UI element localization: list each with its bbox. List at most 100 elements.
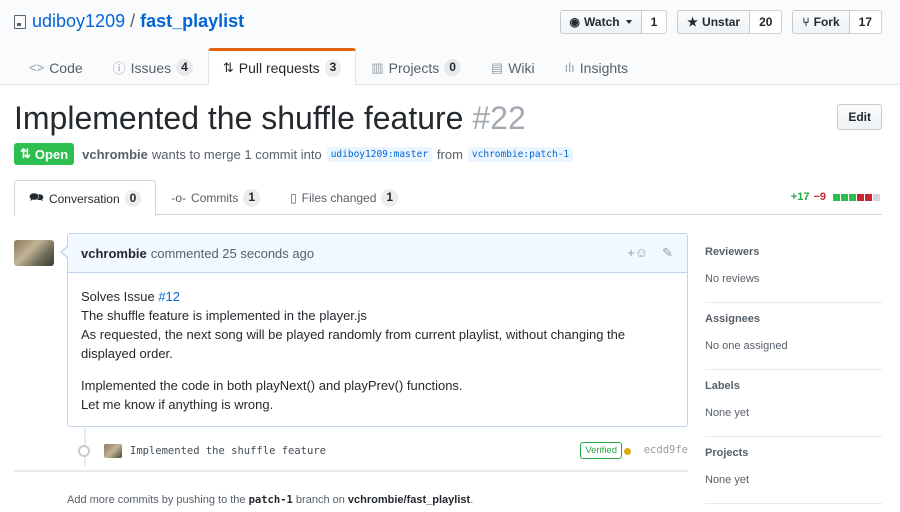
eye-icon: ◉ bbox=[569, 15, 581, 29]
nav-issues[interactable]: ⓘ Issues 4 bbox=[98, 48, 208, 85]
project-icon: ▥ bbox=[371, 59, 384, 75]
base-ref[interactable]: udiboy1209:master bbox=[326, 146, 432, 162]
nav-projects-count: 0 bbox=[444, 58, 461, 77]
tab-files-changed-count: 1 bbox=[381, 189, 399, 207]
sidebar-heading-reviewers[interactable]: Reviewers bbox=[705, 246, 882, 258]
tab-commits[interactable]: -o- Commits 1 bbox=[156, 180, 275, 215]
unstar-button[interactable]: ★ Unstar bbox=[677, 10, 751, 34]
status-pending-icon[interactable] bbox=[624, 448, 631, 455]
repo-owner-link[interactable]: udiboy1209 bbox=[32, 11, 125, 32]
comment-timestamp[interactable]: commented 25 seconds ago bbox=[151, 246, 314, 261]
graph-icon: ılı bbox=[564, 60, 575, 75]
tab-commits-count: 1 bbox=[243, 189, 261, 207]
verified-badge[interactable]: Verified bbox=[580, 442, 622, 459]
sidebar-assignees: Assignees No one assigned bbox=[705, 303, 882, 370]
tab-conversation[interactable]: 🗪 Conversation 0 bbox=[14, 180, 157, 216]
unstar-label: Unstar bbox=[702, 15, 741, 29]
comment-line: As requested, the next song will be play… bbox=[81, 327, 626, 361]
pencil-icon[interactable]: ✎ bbox=[662, 245, 673, 261]
wiki-icon: ▤ bbox=[490, 59, 504, 75]
comment-line: Implemented the code in both playNext() … bbox=[81, 378, 463, 393]
diffstat-block bbox=[873, 193, 880, 201]
code-icon: <> bbox=[29, 60, 45, 75]
nav-insights-label: Insights bbox=[579, 59, 629, 76]
comment-line: The shuffle feature is implemented in th… bbox=[81, 308, 367, 323]
nav-pull-requests-count: 3 bbox=[324, 59, 342, 77]
commit-sha-link[interactable]: ecdd9fe bbox=[644, 444, 688, 456]
sidebar-heading-projects[interactable]: Projects bbox=[705, 447, 882, 459]
tab-conversation-count: 0 bbox=[124, 189, 142, 208]
comment-discussion-icon: 🗪 bbox=[29, 190, 44, 204]
edit-button[interactable]: Edit bbox=[837, 104, 882, 130]
watch-group: ◉ Watch 1 bbox=[559, 10, 668, 34]
repo-actions: ◉ Watch 1 ★ Unstar 20 ⑂ Fork 17 bbox=[559, 10, 882, 34]
nav-wiki[interactable]: ▤ Wiki bbox=[476, 48, 550, 85]
diffstat-block bbox=[857, 193, 864, 201]
state-badge: ⇅ Open bbox=[14, 143, 75, 165]
issue-icon: ⓘ bbox=[112, 61, 126, 76]
diffstat-deletions: −9 bbox=[813, 191, 826, 203]
state-label: Open bbox=[34, 146, 69, 162]
nav-code[interactable]: <> Code bbox=[14, 48, 98, 85]
comment-author-link[interactable]: vchrombie bbox=[81, 246, 147, 261]
push-hint-prefix: Add more commits by pushing to the bbox=[67, 494, 246, 506]
tab-files-changed[interactable]: ▯ Files changed 1 bbox=[275, 180, 413, 215]
pr-tabs: 🗪 Conversation 0 -o- Commits 1 ▯ Files c… bbox=[14, 180, 882, 216]
watch-button[interactable]: ◉ Watch bbox=[559, 10, 642, 34]
watch-count[interactable]: 1 bbox=[641, 10, 668, 34]
diffstat: +17 −9 bbox=[791, 191, 880, 203]
nav-wiki-label: Wiki bbox=[508, 59, 535, 76]
comment-actions: +☺ ✎ bbox=[627, 245, 673, 261]
from-text: from bbox=[436, 146, 463, 162]
head-ref[interactable]: vchrombie:patch-1 bbox=[467, 146, 574, 162]
diffstat-block bbox=[849, 193, 856, 201]
star-count[interactable]: 20 bbox=[750, 10, 783, 34]
discussion-sidebar: Reviewers No reviews Assignees No one as… bbox=[705, 236, 882, 504]
repo-icon bbox=[14, 14, 26, 29]
commit-avatar[interactable] bbox=[104, 444, 122, 458]
nav-projects-label: Projects bbox=[388, 59, 440, 76]
sidebar-heading-labels[interactable]: Labels bbox=[705, 380, 882, 392]
commit-row: Implemented the shuffle feature Verified… bbox=[78, 440, 688, 462]
watch-label: Watch bbox=[584, 15, 620, 29]
fork-count[interactable]: 17 bbox=[849, 10, 882, 34]
tab-conversation-label: Conversation bbox=[48, 191, 120, 206]
pr-author-link[interactable]: vchrombie bbox=[82, 147, 148, 162]
diffstat-block bbox=[865, 193, 872, 201]
nav-pull-requests-label: Pull requests bbox=[238, 60, 320, 76]
git-commit-icon bbox=[78, 445, 90, 457]
git-commit-icon: -o- bbox=[171, 191, 187, 205]
push-hint-repo: vchrombie/fast_playlist bbox=[347, 494, 471, 506]
nav-code-label: Code bbox=[49, 59, 83, 76]
push-hint: Add more commits by pushing to the patch… bbox=[67, 494, 473, 506]
commit-message-link[interactable]: Implemented the shuffle feature bbox=[130, 445, 326, 457]
fork-group: ⑂ Fork 17 bbox=[792, 10, 882, 34]
pull-request-icon: ⇅ bbox=[20, 146, 31, 161]
comment-paragraph: Solves Issue #12 The shuffle feature is … bbox=[81, 287, 674, 363]
diffstat-blocks bbox=[833, 193, 880, 201]
sidebar-value-assignees: No one assigned bbox=[705, 340, 788, 352]
pull-request-icon: ⇅ bbox=[222, 60, 234, 75]
issue-link[interactable]: #12 bbox=[158, 289, 180, 304]
nav-issues-count: 4 bbox=[176, 58, 193, 77]
file-diff-icon: ▯ bbox=[290, 191, 297, 205]
timeline-comment: vchrombie commented 25 seconds ago +☺ ✎ … bbox=[60, 233, 688, 427]
add-reaction-icon[interactable]: +☺ bbox=[627, 245, 648, 261]
sidebar-heading-assignees[interactable]: Assignees bbox=[705, 313, 882, 325]
nav-pull-requests[interactable]: ⇅ Pull requests 3 bbox=[207, 48, 357, 86]
timeline-divider bbox=[14, 470, 688, 472]
nav-issues-label: Issues bbox=[130, 59, 172, 76]
sidebar-value-projects: None yet bbox=[705, 474, 750, 486]
pr-title: Implemented the shuffle feature #22 bbox=[14, 100, 526, 137]
nav-insights[interactable]: ılı Insights bbox=[550, 48, 643, 85]
caret-down-icon bbox=[625, 20, 632, 24]
repo-header: udiboy1209 / fast_playlist ◉ Watch 1 ★ U… bbox=[0, 0, 900, 86]
star-group: ★ Unstar 20 bbox=[677, 10, 783, 34]
fork-button[interactable]: ⑂ Fork bbox=[792, 10, 850, 34]
diffstat-block bbox=[841, 193, 848, 201]
push-hint-middle: branch on bbox=[295, 494, 345, 506]
avatar[interactable] bbox=[14, 240, 54, 266]
nav-projects[interactable]: ▥ Projects 0 bbox=[356, 48, 476, 85]
repo-name-link[interactable]: fast_playlist bbox=[140, 11, 244, 32]
merge-text: wants to merge 1 commit into bbox=[151, 146, 322, 162]
